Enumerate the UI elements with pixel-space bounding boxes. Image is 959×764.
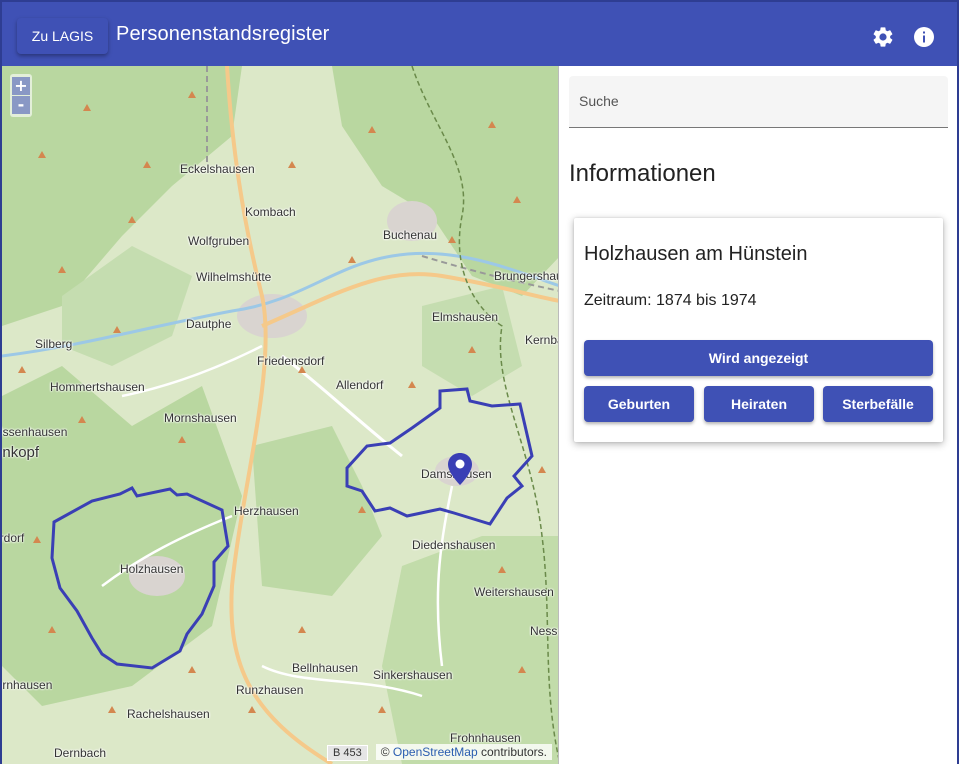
app-bar: Zu LAGIS Personenstandsregister bbox=[0, 0, 959, 66]
map-view[interactable]: Eckelshausen Kombach Buchenau Wolfgruben… bbox=[0, 66, 558, 764]
attribution-suffix: contributors. bbox=[480, 745, 547, 759]
zoom-out-button[interactable]: - bbox=[12, 96, 30, 114]
map-place-label: Oberdorf bbox=[0, 531, 25, 545]
map-place-label: Biedenkopf bbox=[2, 444, 40, 461]
map-place-label: Hornhausen bbox=[2, 678, 53, 692]
app-title: Personenstandsregister bbox=[116, 23, 330, 45]
map-place-label: Runzhausen bbox=[236, 683, 304, 697]
settings-button[interactable] bbox=[870, 24, 896, 50]
map-place-label: Allendorf bbox=[336, 378, 384, 392]
map-place-label: Dautphe bbox=[186, 317, 232, 331]
map-place-label: Dernbach bbox=[54, 746, 107, 760]
sterbefaelle-button[interactable]: Sterbefälle bbox=[823, 386, 933, 422]
openstreetmap-link[interactable]: OpenStreetMap bbox=[393, 745, 478, 759]
map-place-label: Holzhausen bbox=[120, 562, 184, 576]
zoom-control: + - bbox=[10, 74, 32, 117]
map-place-label: Rachelshausen bbox=[127, 707, 210, 721]
info-button[interactable] bbox=[911, 24, 937, 50]
wird-angezeigt-button[interactable]: Wird angezeigt bbox=[584, 340, 933, 376]
map-place-label: Kombach bbox=[245, 205, 296, 219]
map-basemap bbox=[2, 66, 558, 764]
map-place-label: Diedenshausen bbox=[412, 538, 496, 552]
map-place-label: Buchenau bbox=[383, 228, 438, 242]
map-place-label: Kernbach bbox=[525, 333, 558, 347]
zu-lagis-button[interactable]: Zu LAGIS bbox=[17, 18, 108, 54]
card-period: Zeitraum: 1874 bis 1974 bbox=[584, 292, 757, 309]
card-title: Holzhausen am Hünstein bbox=[584, 243, 808, 265]
map-place-label: Brungershausen bbox=[494, 269, 558, 283]
map-place-label: Wolfgruben bbox=[188, 234, 250, 248]
register-card: Holzhausen am Hünstein Zeitraum: 1874 bi… bbox=[574, 218, 943, 442]
geburten-button[interactable]: Geburten bbox=[584, 386, 694, 422]
map-place-label: Silberg bbox=[35, 337, 73, 351]
road-shield: B 453 bbox=[327, 745, 368, 761]
map-place-label: Herzhausen bbox=[234, 504, 299, 518]
info-icon bbox=[914, 27, 934, 47]
heiraten-button[interactable]: Heiraten bbox=[704, 386, 814, 422]
map-place-label: Frohnhausen bbox=[450, 731, 521, 745]
gear-icon bbox=[873, 27, 893, 47]
attribution-prefix: © bbox=[380, 745, 390, 759]
info-heading: Informationen bbox=[569, 160, 716, 187]
map-place-label: Ussenhausen bbox=[0, 425, 68, 439]
map-place-label: Friedensdorf bbox=[257, 354, 325, 368]
map-place-label: Wilhelmshütte bbox=[196, 270, 272, 284]
zoom-in-button[interactable]: + bbox=[12, 77, 30, 95]
search-input[interactable]: Suche bbox=[569, 76, 948, 128]
map-pin-icon[interactable] bbox=[447, 452, 473, 486]
info-panel: Suche Informationen Holzhausen am Hünste… bbox=[559, 66, 959, 764]
map-place-label: Nesselbrunn bbox=[530, 624, 558, 638]
map-place-label: Elmshausen bbox=[432, 310, 499, 324]
map-place-label: Hommertshausen bbox=[50, 380, 145, 394]
map-place-label: Eckelshausen bbox=[180, 162, 255, 176]
map-attribution: © OpenStreetMap contributors. bbox=[375, 744, 552, 760]
map-place-label: Bellnhausen bbox=[292, 661, 359, 675]
map-place-label: Weitershausen bbox=[474, 585, 554, 599]
map-place-label: Mornshausen bbox=[164, 411, 237, 425]
map-place-label: Sinkershausen bbox=[373, 668, 453, 682]
